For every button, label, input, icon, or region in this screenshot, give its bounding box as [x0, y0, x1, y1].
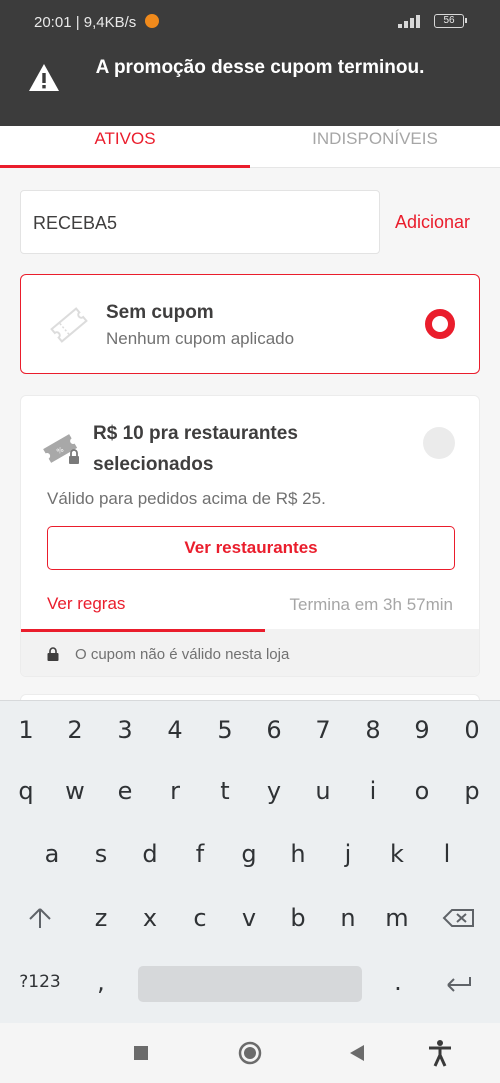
- key-5[interactable]: 5: [205, 703, 245, 757]
- lock-icon: [47, 647, 59, 661]
- recents-icon[interactable]: [127, 1039, 155, 1067]
- see-restaurants-button[interactable]: Ver restaurantes: [47, 526, 455, 570]
- keyboard-row-numbers: 1 2 3 4 5 6 7 8 9 0: [0, 703, 500, 757]
- key-h[interactable]: h: [278, 827, 318, 881]
- shift-icon[interactable]: [20, 907, 60, 929]
- battery-icon: 56: [434, 14, 467, 28]
- promo-coupon-card: % R$ 10 pra restaurantes selecionados Vá…: [20, 395, 480, 677]
- key-e[interactable]: e: [105, 764, 145, 818]
- key-f[interactable]: f: [180, 827, 220, 881]
- key-8[interactable]: 8: [353, 703, 393, 757]
- key-6[interactable]: 6: [254, 703, 294, 757]
- key-s[interactable]: s: [81, 827, 121, 881]
- key-j[interactable]: j: [328, 827, 368, 881]
- key-x[interactable]: x: [130, 891, 170, 945]
- system-nav-bar: [0, 1023, 500, 1083]
- ticket-icon: [50, 307, 88, 343]
- see-rules-link[interactable]: Ver regras: [47, 594, 125, 614]
- no-coupon-radio[interactable]: [425, 309, 455, 339]
- key-b[interactable]: b: [278, 891, 318, 945]
- backspace-icon[interactable]: [442, 908, 476, 928]
- expires-text: Termina em 3h 57min: [289, 595, 453, 614]
- status-bar: 20:01 | 9,4KB/s 56: [0, 0, 500, 44]
- key-l[interactable]: l: [427, 827, 467, 881]
- warning-icon: [29, 64, 59, 91]
- key-period[interactable]: .: [378, 955, 418, 1009]
- key-r[interactable]: r: [155, 764, 195, 818]
- signal-icon: [398, 14, 426, 28]
- key-c[interactable]: c: [180, 891, 220, 945]
- key-m[interactable]: m: [377, 891, 417, 945]
- key-4[interactable]: 4: [155, 703, 195, 757]
- notification-icon: [145, 14, 159, 28]
- no-coupon-option[interactable]: Sem cupom Nenhum cupom aplicado: [20, 274, 480, 374]
- tab-ativos[interactable]: ATIVOS: [0, 126, 250, 168]
- promo-description: Válido para pedidos acima de R$ 25.: [47, 489, 326, 508]
- soft-keyboard: 1 2 3 4 5 6 7 8 9 0 q w e r t y u i o p …: [0, 700, 500, 1023]
- toast-message: A promoção desse cupom terminou.: [95, 57, 425, 78]
- status-time: 20:01 | 9,4KB/s: [34, 14, 137, 31]
- coupon-screen: 20:01 | 9,4KB/s 56 A promoção desse cupo…: [0, 0, 500, 1083]
- space-bar[interactable]: [138, 966, 362, 1002]
- enter-icon[interactable]: [444, 975, 474, 993]
- key-v[interactable]: v: [229, 891, 269, 945]
- key-z[interactable]: z: [81, 891, 121, 945]
- invalid-store-text: O cupom não é válido nesta loja: [75, 646, 290, 663]
- key-k[interactable]: k: [377, 827, 417, 881]
- key-3[interactable]: 3: [105, 703, 145, 757]
- key-t[interactable]: t: [205, 764, 245, 818]
- key-d[interactable]: d: [130, 827, 170, 881]
- coupon-tabs: ATIVOS INDISPONÍVEIS: [0, 126, 500, 168]
- key-p[interactable]: p: [452, 764, 492, 818]
- back-icon[interactable]: [342, 1039, 370, 1067]
- key-1[interactable]: 1: [6, 703, 46, 757]
- key-u[interactable]: u: [303, 764, 343, 818]
- key-i[interactable]: i: [353, 764, 393, 818]
- key-0[interactable]: 0: [452, 703, 492, 757]
- key-y[interactable]: y: [254, 764, 294, 818]
- key-g[interactable]: g: [229, 827, 269, 881]
- invalid-store-notice: O cupom não é válido nesta loja: [21, 632, 479, 676]
- tab-indisponiveis[interactable]: INDISPONÍVEIS: [250, 126, 500, 168]
- accessibility-icon[interactable]: [426, 1039, 454, 1067]
- key-n[interactable]: n: [328, 891, 368, 945]
- keyboard-row-2: a s d f g h j k l: [0, 827, 500, 881]
- key-o[interactable]: o: [402, 764, 442, 818]
- no-coupon-title: Sem cupom: [106, 302, 214, 323]
- keyboard-row-3: z x c v b n m: [0, 891, 500, 945]
- promo-title: R$ 10 pra restaurantes selecionados: [93, 423, 298, 475]
- key-w[interactable]: w: [55, 764, 95, 818]
- add-coupon-button[interactable]: Adicionar: [395, 212, 470, 233]
- key-comma[interactable]: ,: [81, 955, 121, 1009]
- symbols-key[interactable]: ?123: [18, 955, 62, 1009]
- promo-ended-toast: 20:01 | 9,4KB/s 56 A promoção desse cupo…: [0, 0, 500, 126]
- key-9[interactable]: 9: [402, 703, 442, 757]
- no-coupon-subtitle: Nenhum cupom aplicado: [106, 329, 295, 348]
- key-2[interactable]: 2: [55, 703, 95, 757]
- key-7[interactable]: 7: [303, 703, 343, 757]
- key-q[interactable]: q: [6, 764, 46, 818]
- home-icon[interactable]: [236, 1039, 264, 1067]
- promo-radio[interactable]: [423, 427, 455, 459]
- keyboard-row-1: q w e r t y u i o p: [0, 764, 500, 818]
- coupon-code-input[interactable]: RECEBA5: [20, 190, 380, 254]
- key-a[interactable]: a: [32, 827, 72, 881]
- coupon-lock-icon: %: [43, 434, 79, 464]
